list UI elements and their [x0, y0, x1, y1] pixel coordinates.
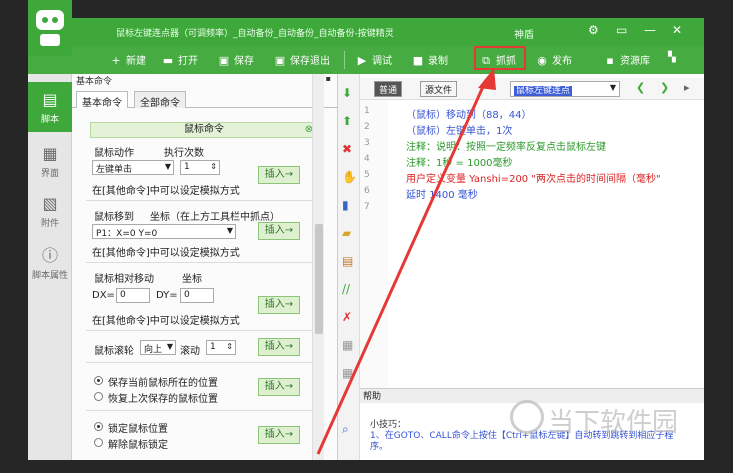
app-window: 鼠标左键连点器（可调频率）_自动备份_自动备份_自动备份-按键精灵 神盾 ⚙ ▭… — [28, 18, 704, 460]
arrow-line — [316, 79, 488, 455]
watermark-text: 当下软件园 — [548, 408, 679, 438]
watermark-logo — [510, 400, 544, 434]
annotation-arrow — [316, 68, 496, 455]
arrow-head — [478, 68, 496, 90]
robot-icon — [36, 10, 64, 46]
app-logo — [28, 0, 72, 56]
